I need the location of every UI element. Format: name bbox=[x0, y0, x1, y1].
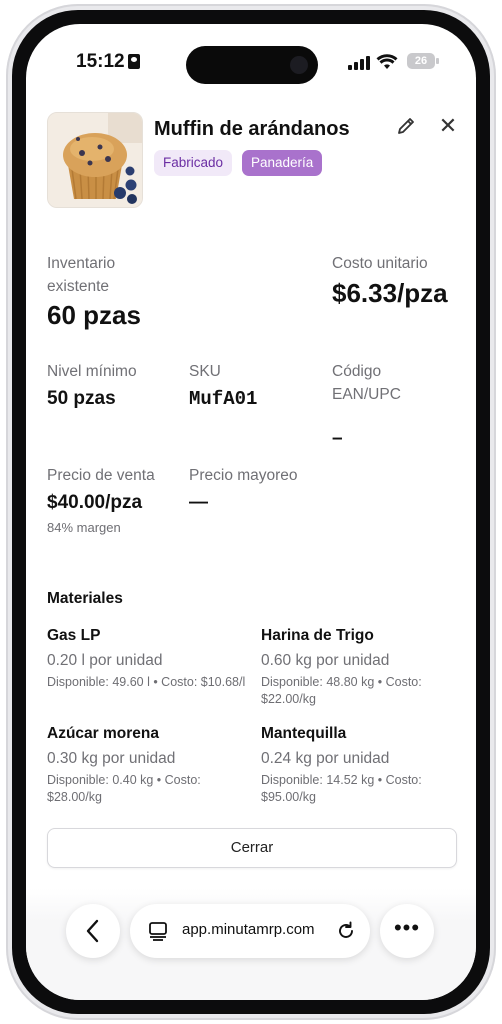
material-qty: 0.60 kg por unidad bbox=[261, 652, 390, 669]
battery-tip bbox=[436, 58, 439, 64]
material-name: Gas LP bbox=[47, 627, 101, 644]
tag-badge-fabricado: Fabricado bbox=[154, 150, 233, 176]
back-button[interactable] bbox=[66, 904, 120, 958]
material-name: Harina de Trigo bbox=[261, 627, 374, 644]
code-value: – bbox=[332, 428, 343, 449]
dynamic-island bbox=[186, 46, 318, 84]
sku-value: MufA01 bbox=[189, 388, 258, 410]
camera-icon bbox=[290, 56, 308, 74]
wholesale-label: Precio mayoreo bbox=[189, 467, 298, 484]
material-item: Harina de Trigo 0.60 kg por unidad Dispo… bbox=[261, 626, 461, 708]
inventory-label: Inventario existente bbox=[47, 255, 116, 295]
min-level-value: 50 pzas bbox=[47, 388, 116, 409]
tabs-icon[interactable] bbox=[147, 921, 169, 941]
product-title: Muffin de arándanos bbox=[154, 118, 350, 140]
wholesale-value: — bbox=[189, 492, 208, 513]
contact-card-icon bbox=[128, 54, 140, 69]
url-text: app.minutamrp.com bbox=[182, 921, 315, 938]
signal-icon bbox=[348, 56, 370, 70]
material-item: Gas LP 0.20 l por unidad Disponible: 49.… bbox=[47, 626, 247, 691]
product-image bbox=[47, 112, 143, 208]
status-time: 15:12 bbox=[76, 51, 125, 72]
margin-text: 84% margen bbox=[47, 520, 121, 535]
material-qty: 0.30 kg por unidad bbox=[47, 750, 176, 767]
sku-label: SKU bbox=[189, 363, 221, 380]
material-detail: Disponible: 14.52 kg • Costo: $95.00/kg bbox=[261, 773, 422, 804]
sale-price-value: $40.00/pza bbox=[47, 492, 143, 513]
materials-title: Materiales bbox=[47, 590, 123, 607]
material-item: Azúcar morena 0.30 kg por unidad Disponi… bbox=[47, 724, 247, 806]
code-label: Código EAN/UPC bbox=[332, 363, 401, 403]
more-options-button[interactable]: ••• bbox=[380, 904, 434, 958]
unit-cost-value: $6.33/pza bbox=[332, 278, 448, 308]
material-name: Azúcar morena bbox=[47, 725, 159, 742]
pencil-icon[interactable] bbox=[394, 114, 418, 138]
tag-badge-panaderia: Panadería bbox=[242, 150, 323, 176]
wifi-icon bbox=[376, 54, 398, 69]
unit-cost-label: Costo unitario bbox=[332, 255, 428, 272]
material-name: Mantequilla bbox=[261, 725, 347, 742]
material-detail: Disponible: 0.40 kg • Costo: $28.00/kg bbox=[47, 773, 201, 804]
material-qty: 0.24 kg por unidad bbox=[261, 750, 390, 767]
muffin-illustration bbox=[48, 113, 142, 207]
close-icon[interactable]: ✕ bbox=[436, 114, 460, 138]
material-item: Mantequilla 0.24 kg por unidad Disponibl… bbox=[261, 724, 461, 806]
min-level-label: Nivel mínimo bbox=[47, 363, 137, 380]
close-button[interactable]: Cerrar bbox=[47, 828, 457, 868]
chevron-left-icon bbox=[86, 919, 99, 943]
reload-icon[interactable] bbox=[335, 920, 357, 942]
sale-price-label: Precio de venta bbox=[47, 467, 155, 484]
status-bar: 15:12 26 bbox=[26, 24, 476, 94]
material-detail: Disponible: 48.80 kg • Costo: $22.00/kg bbox=[261, 675, 422, 706]
screen: 15:12 26 Muffin de arándanos Fabricado P… bbox=[26, 24, 476, 1000]
inventory-value: 60 pzas bbox=[47, 300, 141, 330]
material-qty: 0.20 l por unidad bbox=[47, 652, 163, 669]
material-detail: Disponible: 49.60 l • Costo: $10.68/l bbox=[47, 675, 246, 689]
battery-indicator: 26 bbox=[407, 53, 435, 69]
address-bar[interactable]: app.minutamrp.com bbox=[130, 904, 370, 958]
